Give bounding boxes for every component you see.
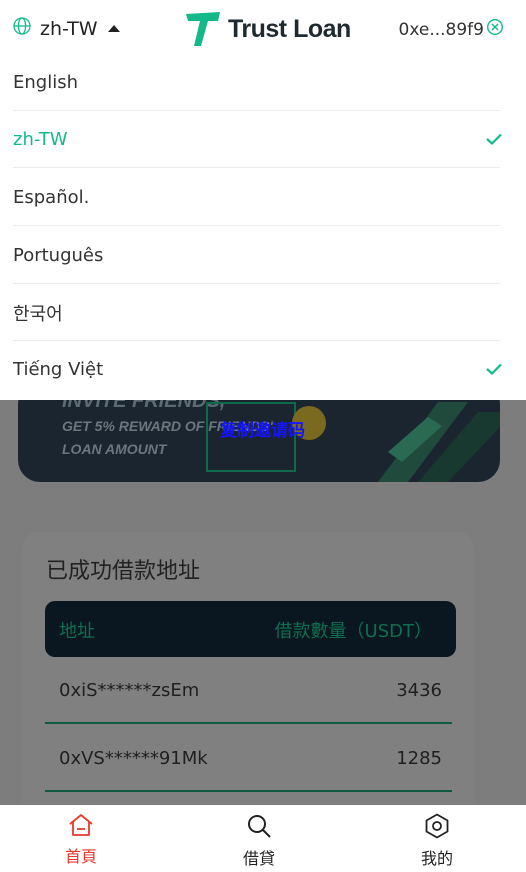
home-icon bbox=[68, 813, 94, 841]
bottom-tab-bar: 首頁 借貸 我的 bbox=[0, 805, 526, 872]
column-address: 地址 bbox=[59, 621, 95, 642]
language-option-label: Español. bbox=[13, 187, 90, 208]
column-amount: 借款數量（USDT） bbox=[274, 621, 432, 642]
wallet-address[interactable]: 0xe...89f9 bbox=[399, 18, 504, 41]
search-icon bbox=[246, 813, 272, 843]
gear-icon bbox=[423, 813, 451, 843]
copy-invite-code-link[interactable]: 复制邀请码 bbox=[220, 416, 305, 441]
banner-subline-2: LOAN AMOUNT bbox=[62, 441, 167, 457]
tab-loan[interactable]: 借貸 bbox=[219, 813, 299, 869]
row-divider bbox=[45, 722, 452, 724]
loans-table-header: 地址 借款數量（USDT） bbox=[45, 601, 456, 657]
globe-icon bbox=[12, 16, 32, 41]
language-option-label: Tiếng Việt bbox=[13, 359, 104, 380]
row-address: 0xiS******zsEm bbox=[59, 680, 200, 701]
table-row: 0xiS******zsEm 3436 bbox=[45, 658, 452, 724]
checkmark-icon bbox=[486, 130, 502, 149]
language-option-zh-tw[interactable]: zh-TW bbox=[0, 111, 526, 168]
app-logo: Trust Loan bbox=[184, 10, 351, 48]
table-row: 0xVS******91Mk 1285 bbox=[45, 726, 452, 792]
row-amount: 1285 bbox=[396, 748, 442, 769]
language-option-label: English bbox=[13, 72, 78, 93]
tab-label: 借貸 bbox=[242, 849, 275, 868]
tab-label: 首頁 bbox=[64, 847, 97, 866]
tab-home[interactable]: 首頁 bbox=[41, 813, 121, 867]
loans-title: 已成功借款地址 bbox=[46, 559, 201, 584]
language-option-label: Português bbox=[13, 245, 104, 266]
disconnect-icon[interactable] bbox=[486, 18, 504, 41]
logo-text: Trust Loan bbox=[228, 14, 351, 43]
divider bbox=[13, 167, 500, 168]
wallet-address-text: 0xe...89f9 bbox=[398, 19, 484, 40]
language-option-label: zh-TW bbox=[13, 129, 68, 150]
language-option-portugues[interactable]: Português bbox=[0, 227, 526, 284]
language-option-label: 한국어 bbox=[13, 303, 63, 325]
language-option-english[interactable]: English bbox=[0, 54, 526, 111]
checkmark-icon bbox=[486, 360, 502, 379]
row-divider bbox=[45, 790, 452, 792]
tab-label: 我的 bbox=[420, 849, 453, 868]
language-dropdown: English zh-TW Español. Português 한국어 Tiế… bbox=[0, 54, 526, 400]
caret-up-icon bbox=[107, 25, 120, 32]
trust-loan-logo-icon bbox=[186, 12, 220, 46]
row-amount: 3436 bbox=[396, 680, 442, 701]
language-option-vietnamese[interactable]: Tiếng Việt bbox=[0, 341, 526, 398]
language-selector[interactable]: zh-TW bbox=[12, 16, 120, 41]
language-option-espanol[interactable]: Español. bbox=[0, 169, 526, 226]
current-language: zh-TW bbox=[40, 17, 98, 40]
tab-profile[interactable]: 我的 bbox=[397, 813, 477, 869]
language-option-korean[interactable]: 한국어 bbox=[0, 284, 526, 341]
row-address: 0xVS******91Mk bbox=[59, 748, 208, 769]
top-header: zh-TW Trust Loan 0xe...89f9 bbox=[0, 0, 526, 58]
divider bbox=[13, 225, 500, 226]
